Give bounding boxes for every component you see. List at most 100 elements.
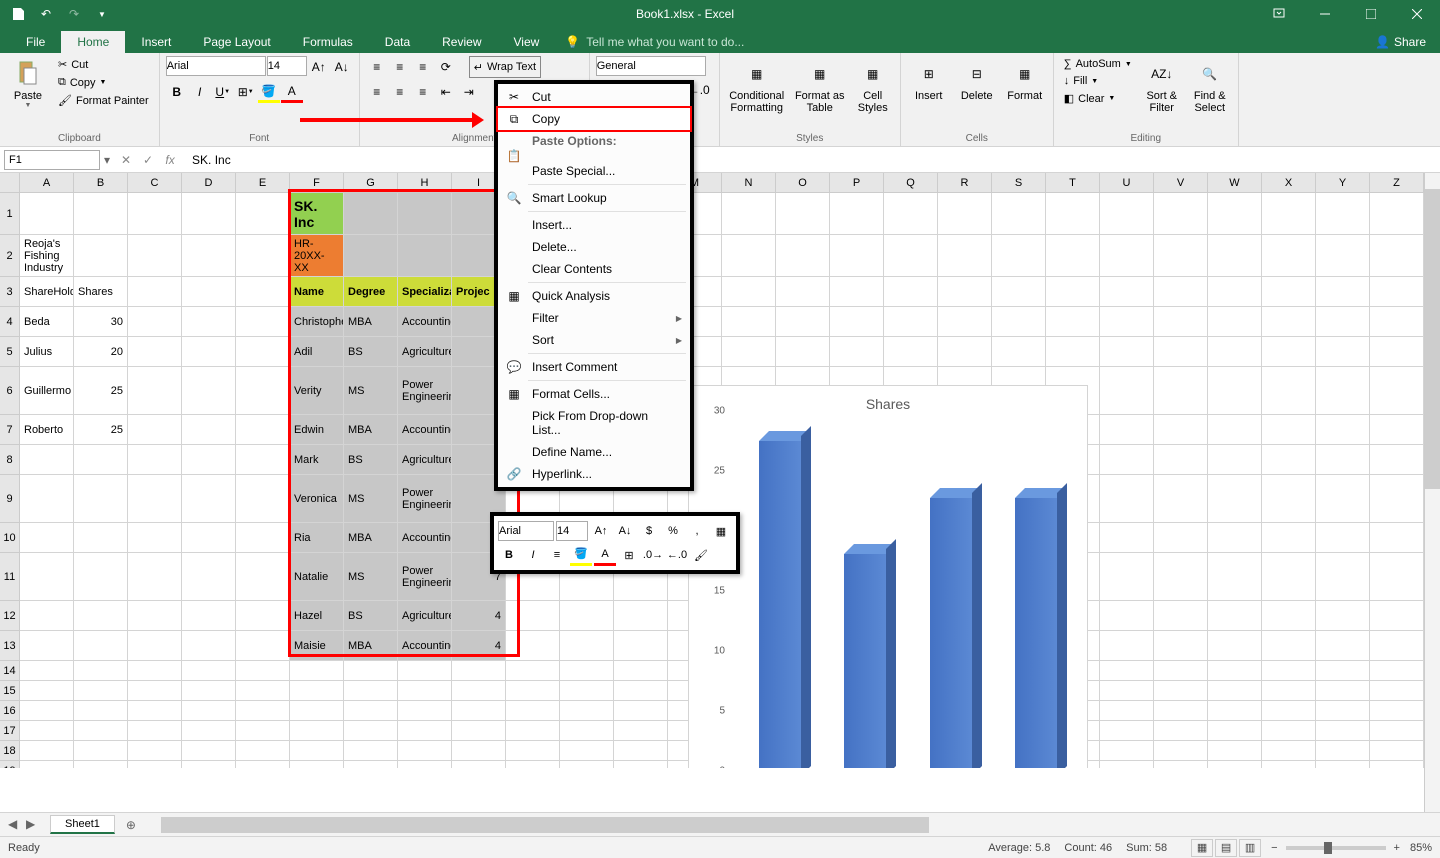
cell[interactable]: Agriculture [398, 601, 452, 631]
cell[interactable]: Maisie [290, 631, 344, 661]
cell[interactable] [128, 445, 182, 475]
cell[interactable] [992, 277, 1046, 307]
undo-icon[interactable]: ↶ [34, 2, 58, 26]
cell[interactable]: MBA [344, 415, 398, 445]
cell[interactable] [74, 721, 128, 741]
cell[interactable] [1100, 415, 1154, 445]
cell[interactable] [236, 701, 290, 721]
cell[interactable] [1154, 367, 1208, 415]
cell[interactable] [992, 307, 1046, 337]
cell[interactable] [182, 367, 236, 415]
align-right-icon[interactable]: ≡ [412, 81, 434, 103]
align-bottom-icon[interactable]: ≡ [412, 56, 434, 78]
cell[interactable] [830, 337, 884, 367]
mini-font-color-icon[interactable]: A [594, 544, 616, 566]
hscroll-thumb[interactable] [162, 817, 929, 833]
mini-align-icon[interactable]: ≡ [546, 544, 568, 566]
cell[interactable]: Beda [20, 307, 74, 337]
cell[interactable] [290, 681, 344, 701]
cell[interactable] [1370, 445, 1424, 475]
cell[interactable]: Veronica [290, 475, 344, 523]
orientation-icon[interactable]: ⟳ [435, 56, 457, 78]
cell[interactable] [1154, 337, 1208, 367]
cell[interactable] [1370, 277, 1424, 307]
cut-button[interactable]: ✂Cut [54, 56, 153, 73]
cell[interactable] [182, 445, 236, 475]
cell[interactable] [1154, 631, 1208, 661]
cell[interactable] [344, 681, 398, 701]
cell[interactable] [1208, 701, 1262, 721]
cell[interactable] [1370, 337, 1424, 367]
zoom-slider[interactable] [1286, 846, 1386, 850]
fx-icon[interactable]: fx [160, 150, 180, 170]
tab-file[interactable]: File [10, 31, 61, 53]
cell[interactable] [344, 193, 398, 235]
cell[interactable] [182, 415, 236, 445]
cell[interactable] [992, 337, 1046, 367]
cell[interactable]: Christopher [290, 307, 344, 337]
cell[interactable]: Agriculture [398, 337, 452, 367]
cell[interactable]: MBA [344, 307, 398, 337]
cell[interactable] [1208, 277, 1262, 307]
tab-review[interactable]: Review [426, 31, 497, 53]
underline-button[interactable]: U▼ [212, 81, 234, 103]
chart-bar[interactable] [930, 498, 972, 768]
cell[interactable] [1208, 415, 1262, 445]
cell[interactable] [1154, 681, 1208, 701]
cell[interactable] [452, 721, 506, 741]
cell[interactable] [1208, 193, 1262, 235]
cell-styles-button[interactable]: ▦Cell Styles [852, 56, 894, 116]
cell[interactable] [830, 193, 884, 235]
fill-button[interactable]: ↓Fill ▼ [1060, 73, 1136, 89]
font-color-button[interactable]: A [281, 81, 303, 103]
align-top-icon[interactable]: ≡ [366, 56, 388, 78]
cell[interactable] [344, 721, 398, 741]
zoom-handle[interactable] [1324, 842, 1332, 854]
cell[interactable] [1100, 367, 1154, 415]
cell[interactable]: Guillermo [20, 367, 74, 415]
cell[interactable] [1262, 661, 1316, 681]
cell[interactable] [1154, 601, 1208, 631]
cell[interactable] [1316, 445, 1370, 475]
tab-formulas[interactable]: Formulas [287, 31, 369, 53]
cell[interactable] [236, 601, 290, 631]
cell[interactable] [182, 701, 236, 721]
cell[interactable]: BS [344, 337, 398, 367]
mini-grow-font-icon[interactable]: A↑ [590, 520, 612, 542]
cell[interactable] [20, 631, 74, 661]
cell[interactable] [1316, 193, 1370, 235]
column-header[interactable]: E [236, 173, 290, 193]
menu-format-cells[interactable]: ▦Format Cells... [498, 383, 690, 405]
cell[interactable] [20, 761, 74, 768]
cell[interactable] [236, 367, 290, 415]
menu-clear-contents[interactable]: Clear Contents [498, 258, 690, 280]
cell[interactable]: BS [344, 601, 398, 631]
cell[interactable] [1262, 193, 1316, 235]
cell[interactable]: MS [344, 367, 398, 415]
insert-cells-button[interactable]: ⊞Insert [907, 56, 951, 104]
vscroll-thumb[interactable] [1425, 189, 1440, 489]
cell[interactable] [398, 681, 452, 701]
cell[interactable] [1370, 631, 1424, 661]
cell[interactable] [398, 661, 452, 681]
mini-currency-icon[interactable]: $ [638, 520, 660, 542]
cell[interactable] [1370, 307, 1424, 337]
cell[interactable] [128, 367, 182, 415]
cell[interactable] [1046, 277, 1100, 307]
minimize-icon[interactable] [1302, 0, 1348, 28]
column-header[interactable]: F [290, 173, 344, 193]
cell[interactable] [1370, 721, 1424, 741]
cell[interactable] [722, 277, 776, 307]
column-header[interactable]: B [74, 173, 128, 193]
cell[interactable] [614, 761, 668, 768]
cell[interactable]: Verity [290, 367, 344, 415]
cell[interactable] [1208, 475, 1262, 523]
cell[interactable] [182, 235, 236, 277]
cell[interactable] [1370, 701, 1424, 721]
menu-copy[interactable]: ⧉Copy [496, 106, 692, 132]
horizontal-scrollbar[interactable] [161, 817, 1440, 833]
mini-font-select[interactable] [498, 521, 554, 541]
cell[interactable] [1154, 523, 1208, 553]
cell[interactable]: MBA [344, 523, 398, 553]
row-header[interactable]: 14 [0, 661, 20, 681]
